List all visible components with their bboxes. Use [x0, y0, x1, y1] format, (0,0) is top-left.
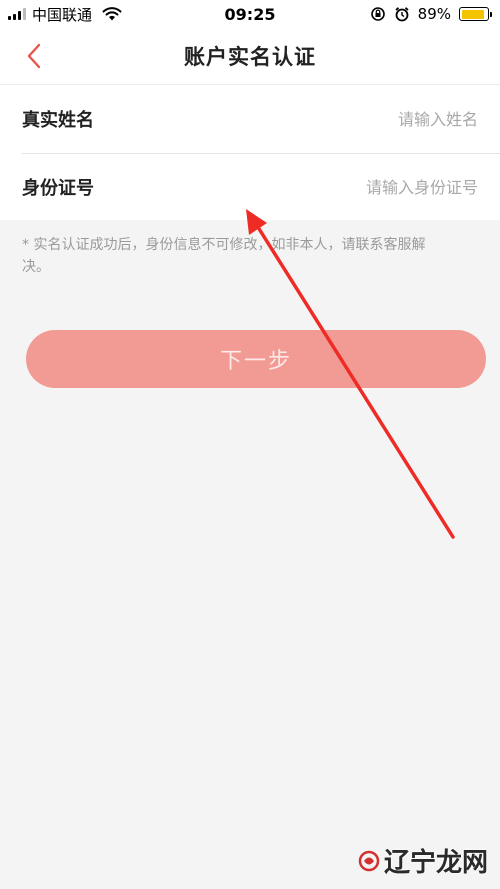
back-button[interactable] [16, 38, 52, 74]
battery-fill [461, 9, 484, 19]
name-label: 真实姓名 [22, 110, 94, 131]
nav-bar: 账户实名认证 [0, 28, 500, 84]
rotation-lock-icon [370, 7, 385, 21]
battery-percent: 89% [417, 5, 451, 23]
alarm-icon [395, 7, 409, 22]
watermark-text: 辽宁龙网 [383, 848, 488, 878]
carrier-name: 中国联通 [32, 5, 93, 24]
identity-form: 真实姓名 身份证号 [0, 84, 500, 220]
watermark-logo-icon [358, 850, 380, 871]
id-number-label: 身份证号 [22, 178, 94, 199]
name-row: 真实姓名 [0, 85, 500, 153]
next-step-button[interactable]: 下一步 [26, 330, 486, 388]
page-title: 账户实名认证 [184, 45, 316, 69]
wifi-icon [102, 7, 122, 21]
id-number-input[interactable] [142, 177, 478, 197]
verification-notice: * 实名认证成功后，身份信息不可修改，如非本人，请联系客服解决。 [22, 237, 426, 275]
battery-icon [459, 7, 492, 21]
name-input[interactable] [142, 109, 478, 129]
watermark: 辽宁龙网 [358, 842, 488, 879]
status-bar: 中国联通 09:25 89% [0, 0, 500, 28]
signal-strength-icon [8, 8, 26, 20]
id-number-row: 身份证号 [0, 153, 500, 221]
chevron-left-icon [27, 43, 41, 69]
